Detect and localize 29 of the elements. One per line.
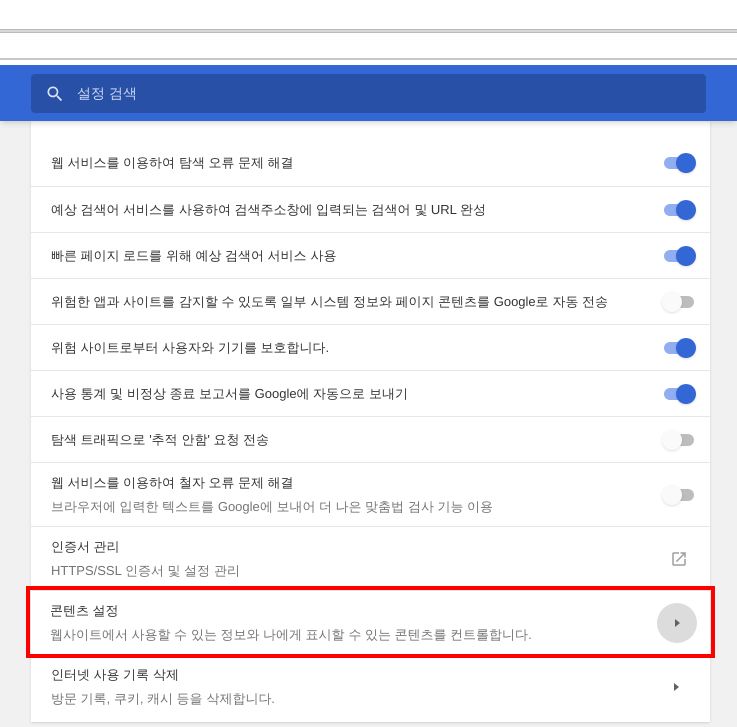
setting-title: 콘텐츠 설정 xyxy=(50,602,120,620)
toggle-switch[interactable] xyxy=(662,484,696,504)
setting-title: 인터넷 사용 기록 삭제 xyxy=(51,666,180,684)
setting-title: 웹 서비스를 이용하여 탐색 오류 문제 해결 xyxy=(51,154,294,172)
toggle-switch[interactable] xyxy=(662,246,696,266)
setting-description: 웹사이트에서 사용할 수 있는 정보와 나에게 표시할 수 있는 콘텐츠를 컨트롤합니다. xyxy=(50,626,532,644)
setting-description: HTTPS/SSL 인증서 및 설정 관리 xyxy=(51,562,240,580)
external-link-icon[interactable] xyxy=(670,550,688,568)
toggle-switch[interactable] xyxy=(662,153,696,173)
caret-icon xyxy=(672,618,682,628)
toggle-switch[interactable] xyxy=(662,292,696,312)
caret-icon xyxy=(671,682,681,692)
setting-title: 예상 검색어 서비스를 사용하여 검색주소창에 입력되는 검색어 및 URL 완성 xyxy=(51,200,486,219)
toggle-switch[interactable] xyxy=(662,430,696,450)
search-field[interactable]: 설정 검색 xyxy=(31,74,706,112)
toggle-switch[interactable] xyxy=(662,384,696,404)
setting-title: 인증서 관리 xyxy=(51,538,121,556)
search-icon xyxy=(45,84,65,104)
setting-title: 사용 통계 및 비정상 종료 보고서를 Google에 자동으로 보내기 xyxy=(51,384,408,403)
setting-title: 위험한 앱과 사이트를 감지할 수 있도록 일부 시스템 정보와 페이지 콘텐츠를 Google로 자동 전송 xyxy=(51,292,608,311)
expand-arrow-button[interactable] xyxy=(657,602,697,642)
setting-description: 브라우저에 입력한 텍스트를 Google에 보내어 더 나은 맞춤법 검사 기능 이용 xyxy=(51,498,494,516)
toggle-switch[interactable] xyxy=(662,200,696,220)
setting-title: 탐색 트래픽으로 '추적 안함' 요청 전송 xyxy=(51,430,270,449)
toggle-switch[interactable] xyxy=(662,338,696,358)
setting-title: 웹 서비스를 이용하여 철자 오류 문제 해결 xyxy=(51,474,295,492)
setting-title: 빠른 페이지 로드를 위해 예상 검색어 서비스 사용 xyxy=(51,246,336,265)
setting-description: 방문 기록, 쿠키, 캐시 등을 삭제합니다. xyxy=(51,690,275,708)
setting-title: 위험 사이트로부터 사용자와 기기를 보호합니다. xyxy=(51,338,330,357)
